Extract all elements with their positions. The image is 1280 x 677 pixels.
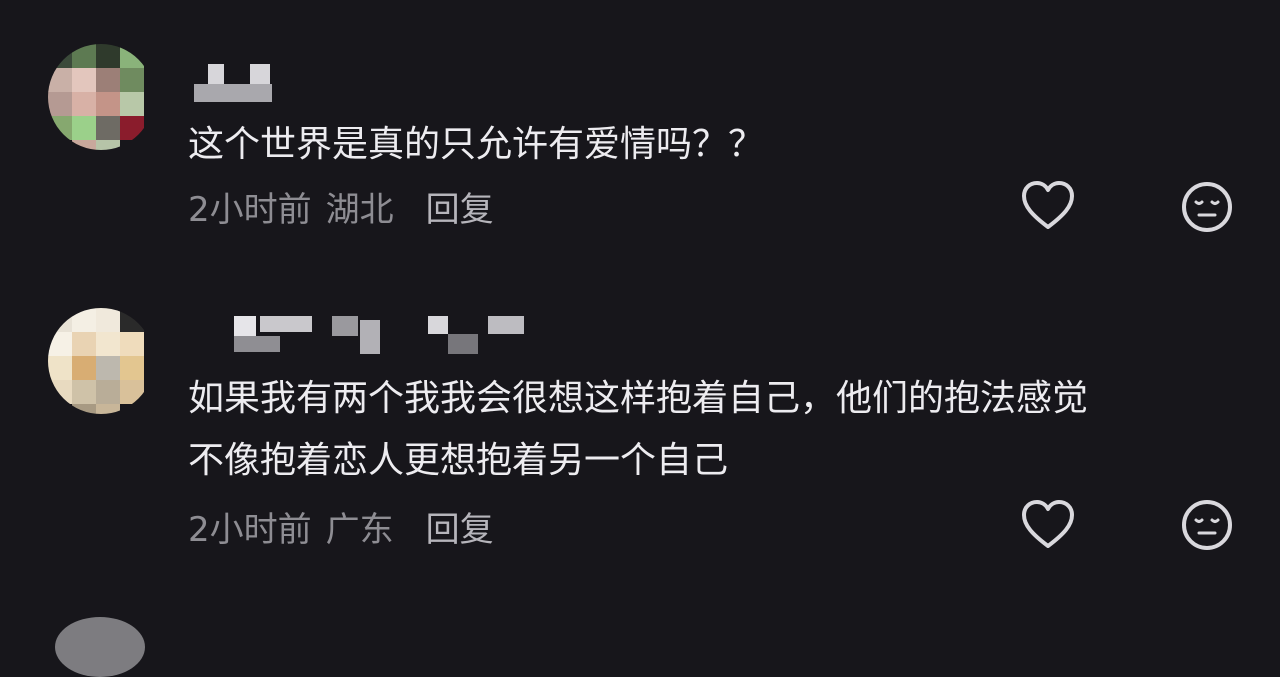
comment-text-line: 不像抱着恋人更想抱着另一个自己 <box>188 440 729 481</box>
comment-text-line: 如果我有两个我我会很想这样抱着自己，他们的抱法感觉 <box>188 378 1089 419</box>
heart-icon[interactable] <box>1020 180 1076 232</box>
next-comment-avatar[interactable] <box>55 617 145 677</box>
comment-meta: 2小时前 湖北 回复 <box>188 182 494 231</box>
emoji-icon[interactable] <box>1180 180 1234 234</box>
reply-button[interactable]: 回复 <box>426 510 494 550</box>
comment-meta: 2小时前 广东 回复 <box>188 502 494 551</box>
blurred-watermark <box>505 575 785 615</box>
heart-icon[interactable] <box>1020 499 1076 551</box>
username-redacted[interactable] <box>190 316 530 358</box>
comment-location: 广东 <box>325 510 394 550</box>
comment-item: 如果我有两个我我会很想这样抱着自己，他们的抱法感觉 不像抱着恋人更想抱着另一个自… <box>0 300 1280 570</box>
comment-text-line: 这个世界是真的只允许有爱情吗？？ <box>188 124 765 165</box>
comment-location: 湖北 <box>325 190 394 230</box>
comment-time: 2小时前 <box>188 510 312 550</box>
comment-time: 2小时前 <box>188 190 312 230</box>
username-redacted[interactable] <box>190 64 280 106</box>
emoji-icon[interactable] <box>1180 498 1234 552</box>
avatar[interactable] <box>48 308 154 414</box>
avatar[interactable] <box>48 44 154 150</box>
reply-button[interactable]: 回复 <box>426 190 494 230</box>
comment-item: 这个世界是真的只允许有爱情吗？？ 2小时前 湖北 回复 <box>0 0 1280 260</box>
